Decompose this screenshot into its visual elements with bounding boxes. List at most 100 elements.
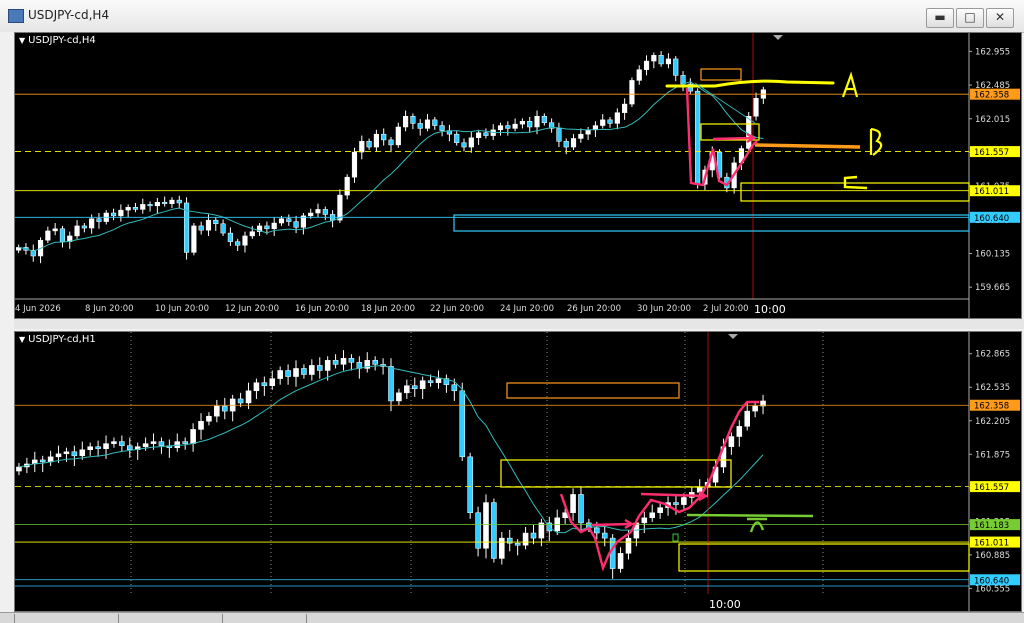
candle-up [205, 219, 212, 231]
zone-box-yellow [740, 182, 970, 202]
candle-down [220, 223, 226, 234]
candle-down [454, 133, 460, 144]
candle-up [519, 121, 526, 125]
candle-up [665, 58, 672, 65]
h4-chart-panel[interactable]: 162.955162.485162.015161.545161.075160.6… [14, 32, 1022, 319]
time-axis-label: 26 Jun 20:00 [567, 304, 621, 314]
candle-up [395, 126, 401, 146]
candle-down [59, 228, 66, 242]
candle-down [221, 405, 228, 412]
candle-down [459, 390, 466, 458]
candle-down [162, 202, 168, 204]
close-button[interactable]: ✕ [986, 8, 1014, 28]
candle-up [483, 502, 489, 549]
candle-down [237, 398, 244, 404]
candle-up [111, 441, 117, 444]
candle-up [600, 119, 606, 126]
zone-box-yellow [678, 543, 970, 572]
candle-up [249, 231, 255, 237]
candle-down [432, 119, 438, 126]
maximize-button[interactable]: □ [956, 8, 984, 28]
candle-down [601, 532, 608, 539]
price-tag-label: 161.011 [974, 187, 1009, 197]
candle-up [753, 98, 759, 117]
candle-down [467, 456, 473, 513]
h1-chart[interactable]: 162.865162.535162.205161.875161.545161.2… [15, 332, 1021, 611]
candle-up [74, 225, 80, 237]
candle-down [563, 141, 569, 148]
app-window: USDJPY-cd,H4 ▬ □ ✕ 162.955 162.485 162.015… [0, 0, 1024, 623]
candle-down [505, 125, 511, 129]
time-marker-label: 10:00 [754, 303, 786, 316]
candle-down [81, 225, 87, 229]
candle-down [301, 368, 307, 375]
minimize-button[interactable]: ▬ [926, 8, 954, 28]
h4-chart[interactable]: 162.955162.485162.015161.545161.075160.6… [15, 33, 1021, 318]
candle-up [396, 392, 402, 402]
candle-up [403, 116, 409, 128]
price-tick-label: 162.535 [975, 383, 1010, 393]
candle-down [182, 441, 188, 444]
candle-up [190, 429, 196, 444]
time-axis-label: 22 Jun 20:00 [430, 304, 484, 314]
candle-down [417, 123, 423, 129]
candle-down [680, 75, 686, 85]
candle-up [45, 230, 51, 241]
candle-up [55, 453, 62, 458]
price-tick-label: 161.875 [975, 450, 1010, 460]
candle-down [594, 527, 600, 534]
time-axis-label: 2 Jul 20:00 [703, 304, 749, 314]
candle-down [609, 537, 616, 569]
candle-up [614, 112, 620, 124]
candle-up [174, 441, 181, 448]
annotation-arrow-pink [712, 132, 757, 144]
candle-down [475, 512, 481, 549]
h1-chart-panel[interactable]: 162.865162.535162.205161.875161.545161.2… [14, 331, 1022, 612]
candle-up [278, 218, 285, 224]
scroll-marker-icon [773, 35, 783, 40]
candle-up [681, 497, 687, 505]
candle-down [658, 55, 664, 65]
candle-up [150, 441, 157, 444]
annotation-letter-green [747, 517, 767, 533]
candle-down [227, 232, 233, 242]
h1-symbol-text: USDJPY-cd,H1 [28, 334, 96, 345]
candle-down [451, 384, 458, 392]
price-tag-label: 161.557 [974, 148, 1009, 158]
candle-down [578, 494, 584, 524]
candle-down [293, 221, 299, 228]
candle-up [269, 378, 276, 386]
candle-down [514, 542, 521, 546]
dropdown-triangle-icon[interactable]: ▼ [19, 36, 25, 45]
candle-up [344, 176, 350, 196]
candle-up [309, 365, 315, 375]
candle-up [497, 125, 504, 131]
candle-up [570, 494, 576, 513]
candle-up [308, 212, 314, 217]
candle-up [643, 60, 650, 70]
annotation-path-pink [559, 400, 759, 572]
candle-up [277, 370, 283, 379]
candle-up [424, 119, 431, 129]
dropdown-triangle-icon[interactable]: ▼ [19, 335, 25, 344]
candle-up [476, 132, 482, 138]
annotation-line-a [665, 79, 835, 88]
panel-separator [14, 319, 1024, 329]
time-axis-label: 24 Jun 20:00 [500, 304, 554, 314]
candle-up [315, 209, 321, 214]
time-axis-label: 4 Jun 2026 [15, 304, 61, 314]
scroll-marker-icon [728, 334, 738, 339]
candle-down [176, 199, 182, 204]
price-tag-label: 161.557 [974, 483, 1009, 493]
h4-symbol-label: ▼ USDJPY-cd,H4 [19, 35, 96, 46]
candle-up [87, 446, 93, 450]
candle-down [198, 225, 204, 231]
price-tick-label: 162.015 [975, 115, 1010, 125]
candle-down [527, 121, 533, 128]
candle-up [641, 517, 648, 524]
annotation-line-green [686, 513, 814, 518]
candle-up [198, 421, 204, 430]
candle-up [570, 138, 577, 148]
left-border [0, 32, 14, 612]
candle-down [264, 225, 270, 230]
